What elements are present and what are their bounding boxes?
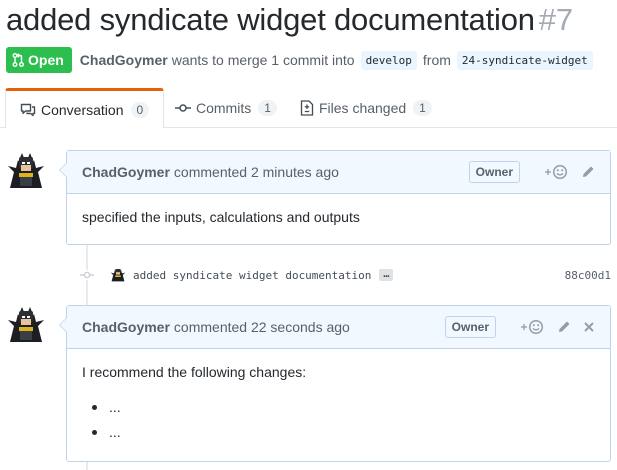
pr-title-text: added syndicate widget documentation: [6, 2, 535, 37]
comment-author-link[interactable]: ChadGoymer: [82, 319, 170, 335]
comment-list: ... ...: [82, 399, 595, 441]
timeline-commit: added syndicate widget documentation … 8…: [80, 264, 611, 286]
pencil-icon: [583, 166, 594, 177]
git-commit-icon: [175, 104, 191, 112]
comment-header: ChadGoymer commented 2 minutes ago Owner: [67, 151, 610, 194]
commit-message-link[interactable]: added syndicate widget documentation: [133, 269, 371, 282]
comment-text: specified the inputs, calculations and o…: [82, 209, 360, 225]
commit-expand-button[interactable]: …: [379, 269, 394, 281]
tab-files-changed-count: 1: [413, 100, 432, 116]
comment-timestamp[interactable]: commented 2 minutes ago: [174, 164, 339, 180]
pr-state-label: Open: [28, 52, 64, 68]
edit-comment-button[interactable]: [556, 319, 572, 335]
pencil-icon: [559, 321, 570, 332]
tab-files-changed-label: Files changed: [319, 100, 407, 116]
list-item: ...: [92, 424, 595, 441]
comment-body: specified the inputs, calculations and o…: [67, 194, 610, 240]
tab-commits[interactable]: Commits 1: [175, 88, 277, 128]
pr-tabs: Conversation 0 Commits 1 Files changed 1: [0, 88, 617, 129]
comment-text: I recommend the following changes:: [82, 364, 307, 380]
pr-merge-text: wants to merge 1 commit into: [171, 52, 355, 68]
smiley-plus-icon: [545, 164, 568, 180]
tab-files-changed[interactable]: Files changed 1: [300, 88, 432, 128]
tab-conversation-count: 0: [130, 101, 150, 118]
tab-commits-count: 1: [258, 100, 277, 116]
close-icon: [584, 322, 594, 332]
comment-body: I recommend the following changes: ... .…: [67, 349, 610, 464]
file-diff-icon: [300, 100, 314, 116]
avatar[interactable]: [6, 306, 46, 346]
pr-title: added syndicate widget documentation #7: [6, 2, 573, 38]
git-pull-request-icon: [12, 53, 24, 67]
pr-author-link[interactable]: ChadGoymer: [80, 52, 168, 68]
comment-author-link[interactable]: ChadGoymer: [82, 164, 170, 180]
pr-from-text: from: [422, 52, 451, 68]
commit-sha-link[interactable]: 88c00d1: [565, 269, 611, 282]
add-reaction-button[interactable]: [544, 164, 570, 180]
pr-state-badge: Open: [6, 47, 72, 73]
list-item: ...: [92, 399, 595, 416]
avatar[interactable]: [6, 152, 46, 192]
smiley-plus-icon: [521, 319, 544, 335]
comment: ChadGoymer commented 22 seconds ago Owne…: [59, 305, 611, 464]
tab-conversation-label: Conversation: [41, 101, 124, 118]
base-branch[interactable]: develop: [360, 50, 417, 70]
add-reaction-button[interactable]: [520, 319, 546, 335]
commit-author-avatar[interactable]: [110, 267, 126, 283]
pr-meta: Open ChadGoymer wants to merge 1 commit …: [6, 47, 599, 73]
delete-comment-button[interactable]: [582, 320, 596, 334]
git-commit-icon: [80, 270, 94, 280]
comment: ChadGoymer commented 2 minutes ago Owner…: [59, 150, 611, 245]
pr-number: #7: [538, 2, 573, 37]
tab-conversation[interactable]: Conversation 0: [5, 88, 165, 129]
owner-badge: Owner: [444, 316, 496, 338]
head-branch[interactable]: 24-syndicate-widget: [456, 50, 593, 70]
comment-timestamp[interactable]: commented 22 seconds ago: [174, 319, 350, 335]
tab-commits-label: Commits: [196, 100, 252, 116]
comment-header: ChadGoymer commented 22 seconds ago Owne…: [67, 306, 610, 349]
comment-discussion-icon: [20, 103, 36, 116]
owner-badge: Owner: [468, 161, 520, 183]
edit-comment-button[interactable]: [580, 164, 596, 180]
